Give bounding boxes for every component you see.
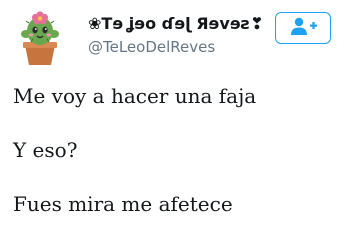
tweet-line: Fues mira me afetece (13, 192, 233, 216)
tweet-text: Me voy a hacer una faja Y eso? Fues mira… (13, 84, 338, 246)
profile-names: ❀Tɘ ʝɘo ɗɘɭ Яɘvɘƨ❣ @TeLeoDelReves (88, 14, 278, 57)
follow-user-plus-icon (288, 16, 318, 40)
tweet-line: Y eso? (13, 138, 78, 162)
follow-button[interactable] (275, 12, 331, 44)
tweet-header: ❀Tɘ ʝɘo ɗɘɭ Яɘvɘƨ❣ @TeLeoDelReves (0, 0, 346, 80)
cactus-avatar-icon[interactable] (13, 9, 67, 67)
tweet-line: Me voy a hacer una faja (13, 84, 257, 108)
display-name[interactable]: ❀Tɘ ʝɘo ɗɘɭ Яɘvɘƨ❣ (88, 14, 278, 34)
user-handle[interactable]: @TeLeoDelReves (88, 37, 278, 57)
